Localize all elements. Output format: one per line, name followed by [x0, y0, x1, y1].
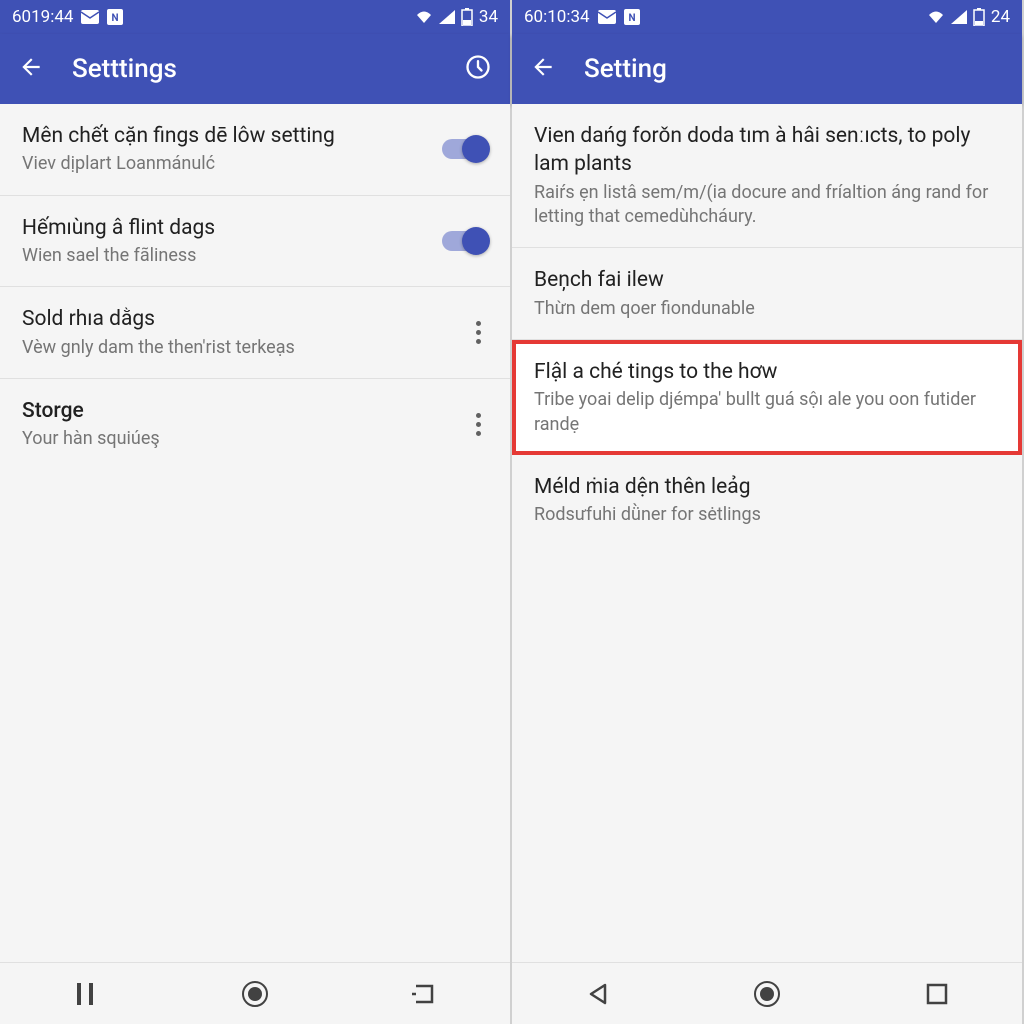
more-icon[interactable] — [468, 413, 488, 436]
page-title: Setttings — [72, 54, 464, 84]
setting-text: Méld ṁia dện thên leảg Rodsưfuhi dǜner f… — [534, 473, 1000, 528]
setting-subtitle: Tribe yoai delip djémpa' bullt guá sộı a… — [534, 388, 1000, 437]
setting-text: Beņch fai ilew Thừn dem qoer fiondunable — [534, 266, 1000, 321]
setting-item-highlighted[interactable]: Flậl a ché tings to the hơw Tribe yoai d… — [512, 340, 1022, 455]
setting-title: Vien dańg forǒn doda tım à hâi senːıcts,… — [534, 122, 1000, 179]
setting-subtitle: Wien sael the fãliness — [22, 244, 430, 268]
settings-list: Vien dańg forǒn doda tım à hâi senːıcts,… — [512, 104, 1022, 962]
setting-item-low[interactable]: Mên chết cặn fings dē lôw setting Viev d… — [0, 104, 510, 196]
setting-title: Hếmıùng â flint dags — [22, 214, 430, 242]
app-icon: N — [107, 9, 123, 25]
toggle-switch[interactable] — [442, 231, 488, 251]
app-bar: Setting — [512, 34, 1022, 104]
setting-title: Mên chết cặn fings dē lôw setting — [22, 122, 430, 150]
setting-subtitle: Your hàn squiúeş — [22, 427, 456, 451]
setting-subtitle: Thừn dem qoer fiondunable — [534, 297, 1000, 321]
setting-subtitle: Vèw gnly dam the then'rist terkeạs — [22, 336, 456, 360]
svg-text:N: N — [112, 13, 119, 24]
nav-recents-button[interactable] — [923, 980, 951, 1008]
battery-icon — [461, 8, 473, 26]
svg-text:N: N — [628, 13, 635, 24]
setting-item-sold[interactable]: Sold rhıa dằgs Vèw gnly dam the then'ris… — [0, 287, 510, 379]
setting-item-storage[interactable]: Storge Your hàn squiúeş — [0, 379, 510, 470]
status-right: 24 — [927, 7, 1010, 27]
navigation-bar — [0, 962, 510, 1024]
wifi-icon — [415, 10, 433, 24]
status-left: 6019:44 N — [12, 7, 123, 27]
setting-text: Flậl a ché tings to the hơw Tribe yoai d… — [534, 358, 1000, 437]
setting-text: Vien dańg forǒn doda tım à hâi senːıcts,… — [534, 122, 1000, 229]
battery-icon — [973, 8, 985, 26]
setting-item-bench[interactable]: Beņch fai ilew Thừn dem qoer fiondunable — [512, 248, 1022, 340]
status-right: 34 — [415, 7, 498, 27]
setting-text: Hếmıùng â flint dags Wien sael the fãlin… — [22, 214, 430, 269]
nav-home-button[interactable] — [753, 980, 781, 1008]
wifi-icon — [927, 10, 945, 24]
status-left: 60:10:34 N — [524, 7, 640, 27]
setting-title: Méld ṁia dện thên leảg — [534, 473, 1000, 501]
clock-icon[interactable] — [464, 53, 492, 85]
navigation-bar — [512, 962, 1022, 1024]
setting-text: Sold rhıa dằgs Vèw gnly dam the then'ris… — [22, 305, 456, 360]
settings-list: Mên chết cặn fings dē lôw setting Viev d… — [0, 104, 510, 962]
app-icon: N — [624, 9, 640, 25]
setting-subtitle: Viev dịplart Loanmánulć — [22, 152, 430, 176]
nav-back-button[interactable] — [411, 980, 439, 1008]
setting-subtitle: Rodsưfuhi dǜner for sėtlings — [534, 503, 1000, 527]
phone-screen-left: 6019:44 N 34 Setttings — [0, 0, 512, 1024]
back-arrow-icon[interactable] — [18, 54, 44, 84]
setting-title: Beņch fai ilew — [534, 266, 1000, 294]
status-time: 60:10:34 — [524, 7, 590, 27]
nav-home-button[interactable] — [241, 980, 269, 1008]
mail-icon — [598, 10, 616, 24]
nav-recents-button[interactable] — [71, 980, 99, 1008]
setting-title: Flậl a ché tings to the hơw — [534, 358, 1000, 386]
status-time: 6019:44 — [12, 7, 73, 27]
setting-item-meld[interactable]: Méld ṁia dện thên leảg Rodsưfuhi dǜner f… — [512, 455, 1022, 546]
setting-text: Mên chết cặn fings dē lôw setting Viev d… — [22, 122, 430, 177]
more-icon[interactable] — [468, 321, 488, 344]
nav-back-button[interactable] — [583, 980, 611, 1008]
mail-icon — [81, 10, 99, 24]
battery-percent: 34 — [479, 7, 498, 27]
page-title: Setting — [584, 54, 1004, 84]
setting-title: Storge — [22, 397, 456, 425]
app-bar: Setttings — [0, 34, 510, 104]
setting-item-flint[interactable]: Hếmıùng â flint dags Wien sael the fãlin… — [0, 196, 510, 288]
status-bar: 6019:44 N 34 — [0, 0, 510, 34]
signal-icon — [951, 10, 967, 24]
back-arrow-icon[interactable] — [530, 54, 556, 84]
status-bar: 60:10:34 N 24 — [512, 0, 1022, 34]
setting-item-vien[interactable]: Vien dańg forǒn doda tım à hâi senːıcts,… — [512, 104, 1022, 248]
setting-text: Storge Your hàn squiúeş — [22, 397, 456, 452]
signal-icon — [439, 10, 455, 24]
setting-title: Sold rhıa dằgs — [22, 305, 456, 333]
setting-subtitle: Raiŕs ẹn listâ sem/m/(ia docure and fría… — [534, 181, 1000, 230]
phone-screen-right: 60:10:34 N 24 Setting — [512, 0, 1024, 1024]
toggle-switch[interactable] — [442, 139, 488, 159]
battery-percent: 24 — [991, 7, 1010, 27]
